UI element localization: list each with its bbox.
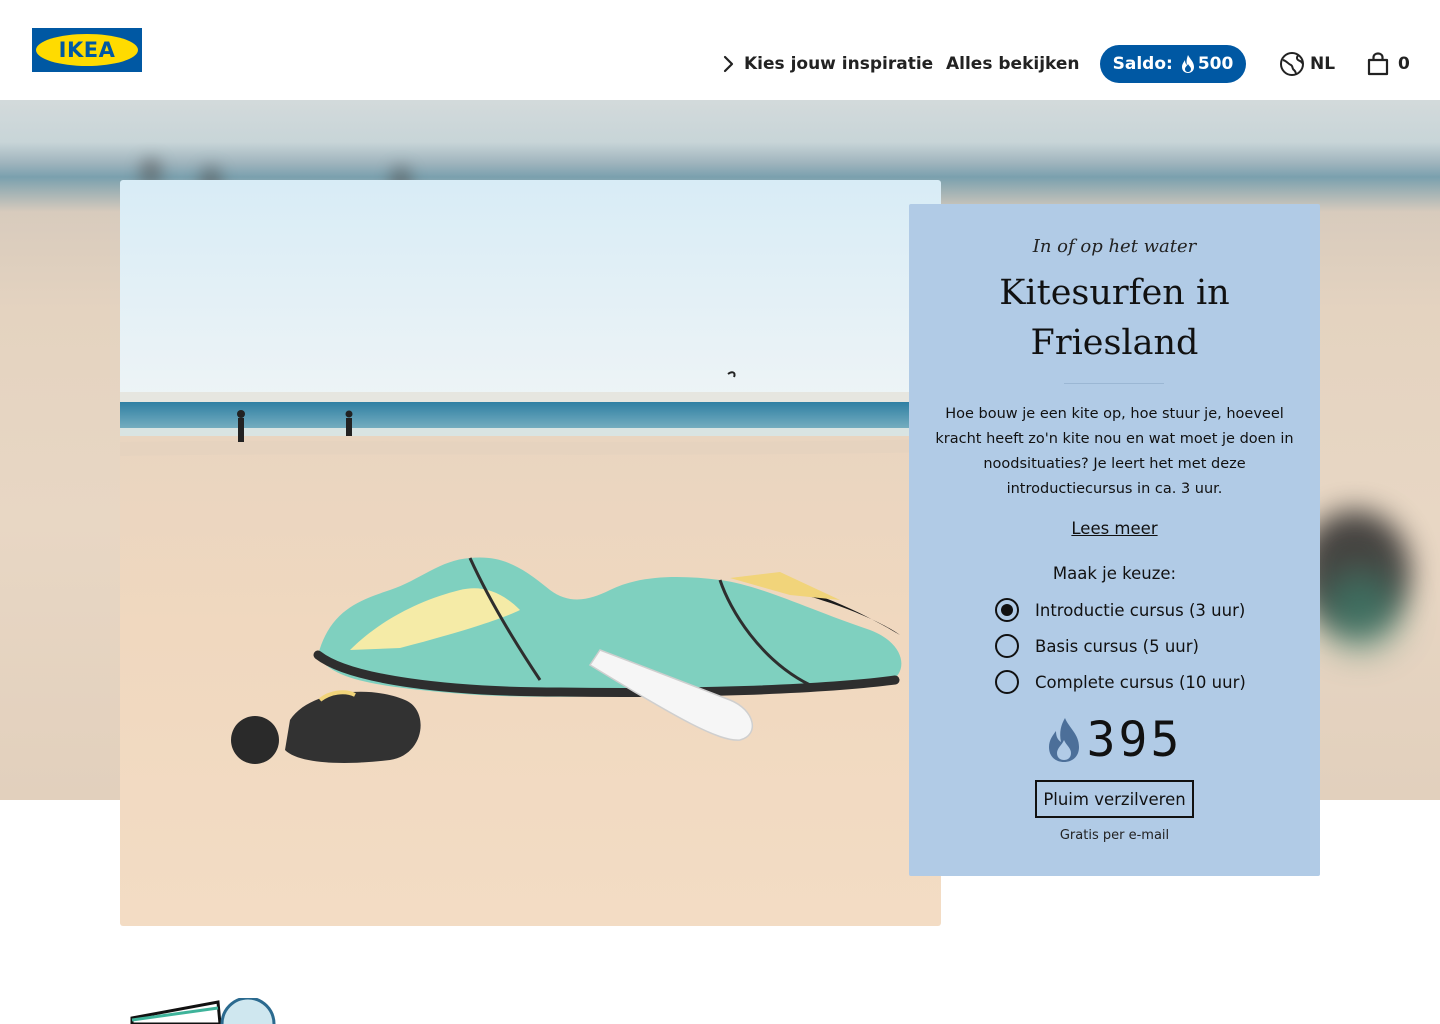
language-selector[interactable]: NL <box>1279 45 1335 83</box>
redeem-button[interactable]: Pluim verzilveren <box>1035 780 1194 818</box>
chevron-right-icon <box>722 55 734 73</box>
nav-inspiration[interactable]: Kies jouw inspiratie <box>722 45 933 83</box>
price: 395 <box>909 712 1320 768</box>
flame-icon <box>1181 54 1195 74</box>
nav-inspiration-label: Kies jouw inspiratie <box>744 54 934 74</box>
backdrop-blur-shape <box>1320 570 1400 650</box>
cart-button[interactable]: 0 <box>1367 45 1410 83</box>
card-title: Kitesurfen in Friesland <box>999 273 1230 363</box>
option-introductie[interactable]: Introductie cursus (3 uur) <box>995 597 1245 623</box>
option-label: Introductie cursus (3 uur) <box>1035 600 1246 620</box>
saldo-value: 500 <box>1197 54 1234 74</box>
read-more-link[interactable]: Lees meer <box>909 519 1320 538</box>
option-label: Complete cursus (10 uur) <box>1035 672 1246 692</box>
site-header: IKEA Kies jouw inspiratie Alles bekijken… <box>0 0 1440 100</box>
card-divider <box>1064 383 1164 384</box>
option-label: Basis cursus (5 uur) <box>1035 636 1199 656</box>
card-description: Hoe bouw je een kite op, hoe stuur je, h… <box>935 406 1294 497</box>
radio-button[interactable] <box>995 670 1019 694</box>
delivery-note: Gratis per e-mail <box>1059 828 1170 843</box>
globe-icon <box>1279 51 1305 77</box>
radio-button[interactable] <box>995 634 1019 658</box>
saldo-label: Saldo: <box>1112 54 1173 74</box>
choice-prompt: Maak je keuze: <box>1052 564 1177 583</box>
nav-all[interactable]: Alles bekijken <box>946 45 1080 83</box>
card-subtitle: In of op het water <box>1032 236 1197 257</box>
option-basis[interactable]: Basis cursus (5 uur) <box>995 633 1199 659</box>
hero-photo <box>120 180 941 926</box>
offer-card: In of op het water Kitesurfen in Friesla… <box>909 204 1320 876</box>
option-complete[interactable]: Complete cursus (10 uur) <box>995 669 1246 695</box>
flame-icon <box>1047 716 1081 764</box>
logo-text: IKEA <box>58 38 116 62</box>
price-value: 395 <box>1086 712 1183 768</box>
partner-logo <box>130 998 280 1024</box>
cart-count: 0 <box>1398 54 1410 74</box>
ikea-logo[interactable]: IKEA <box>32 28 142 72</box>
radio-button-selected[interactable] <box>995 598 1019 622</box>
saldo-badge[interactable]: Saldo: 500 <box>1100 45 1246 83</box>
language-label: NL <box>1310 54 1336 74</box>
shopping-bag-icon <box>1367 52 1389 76</box>
